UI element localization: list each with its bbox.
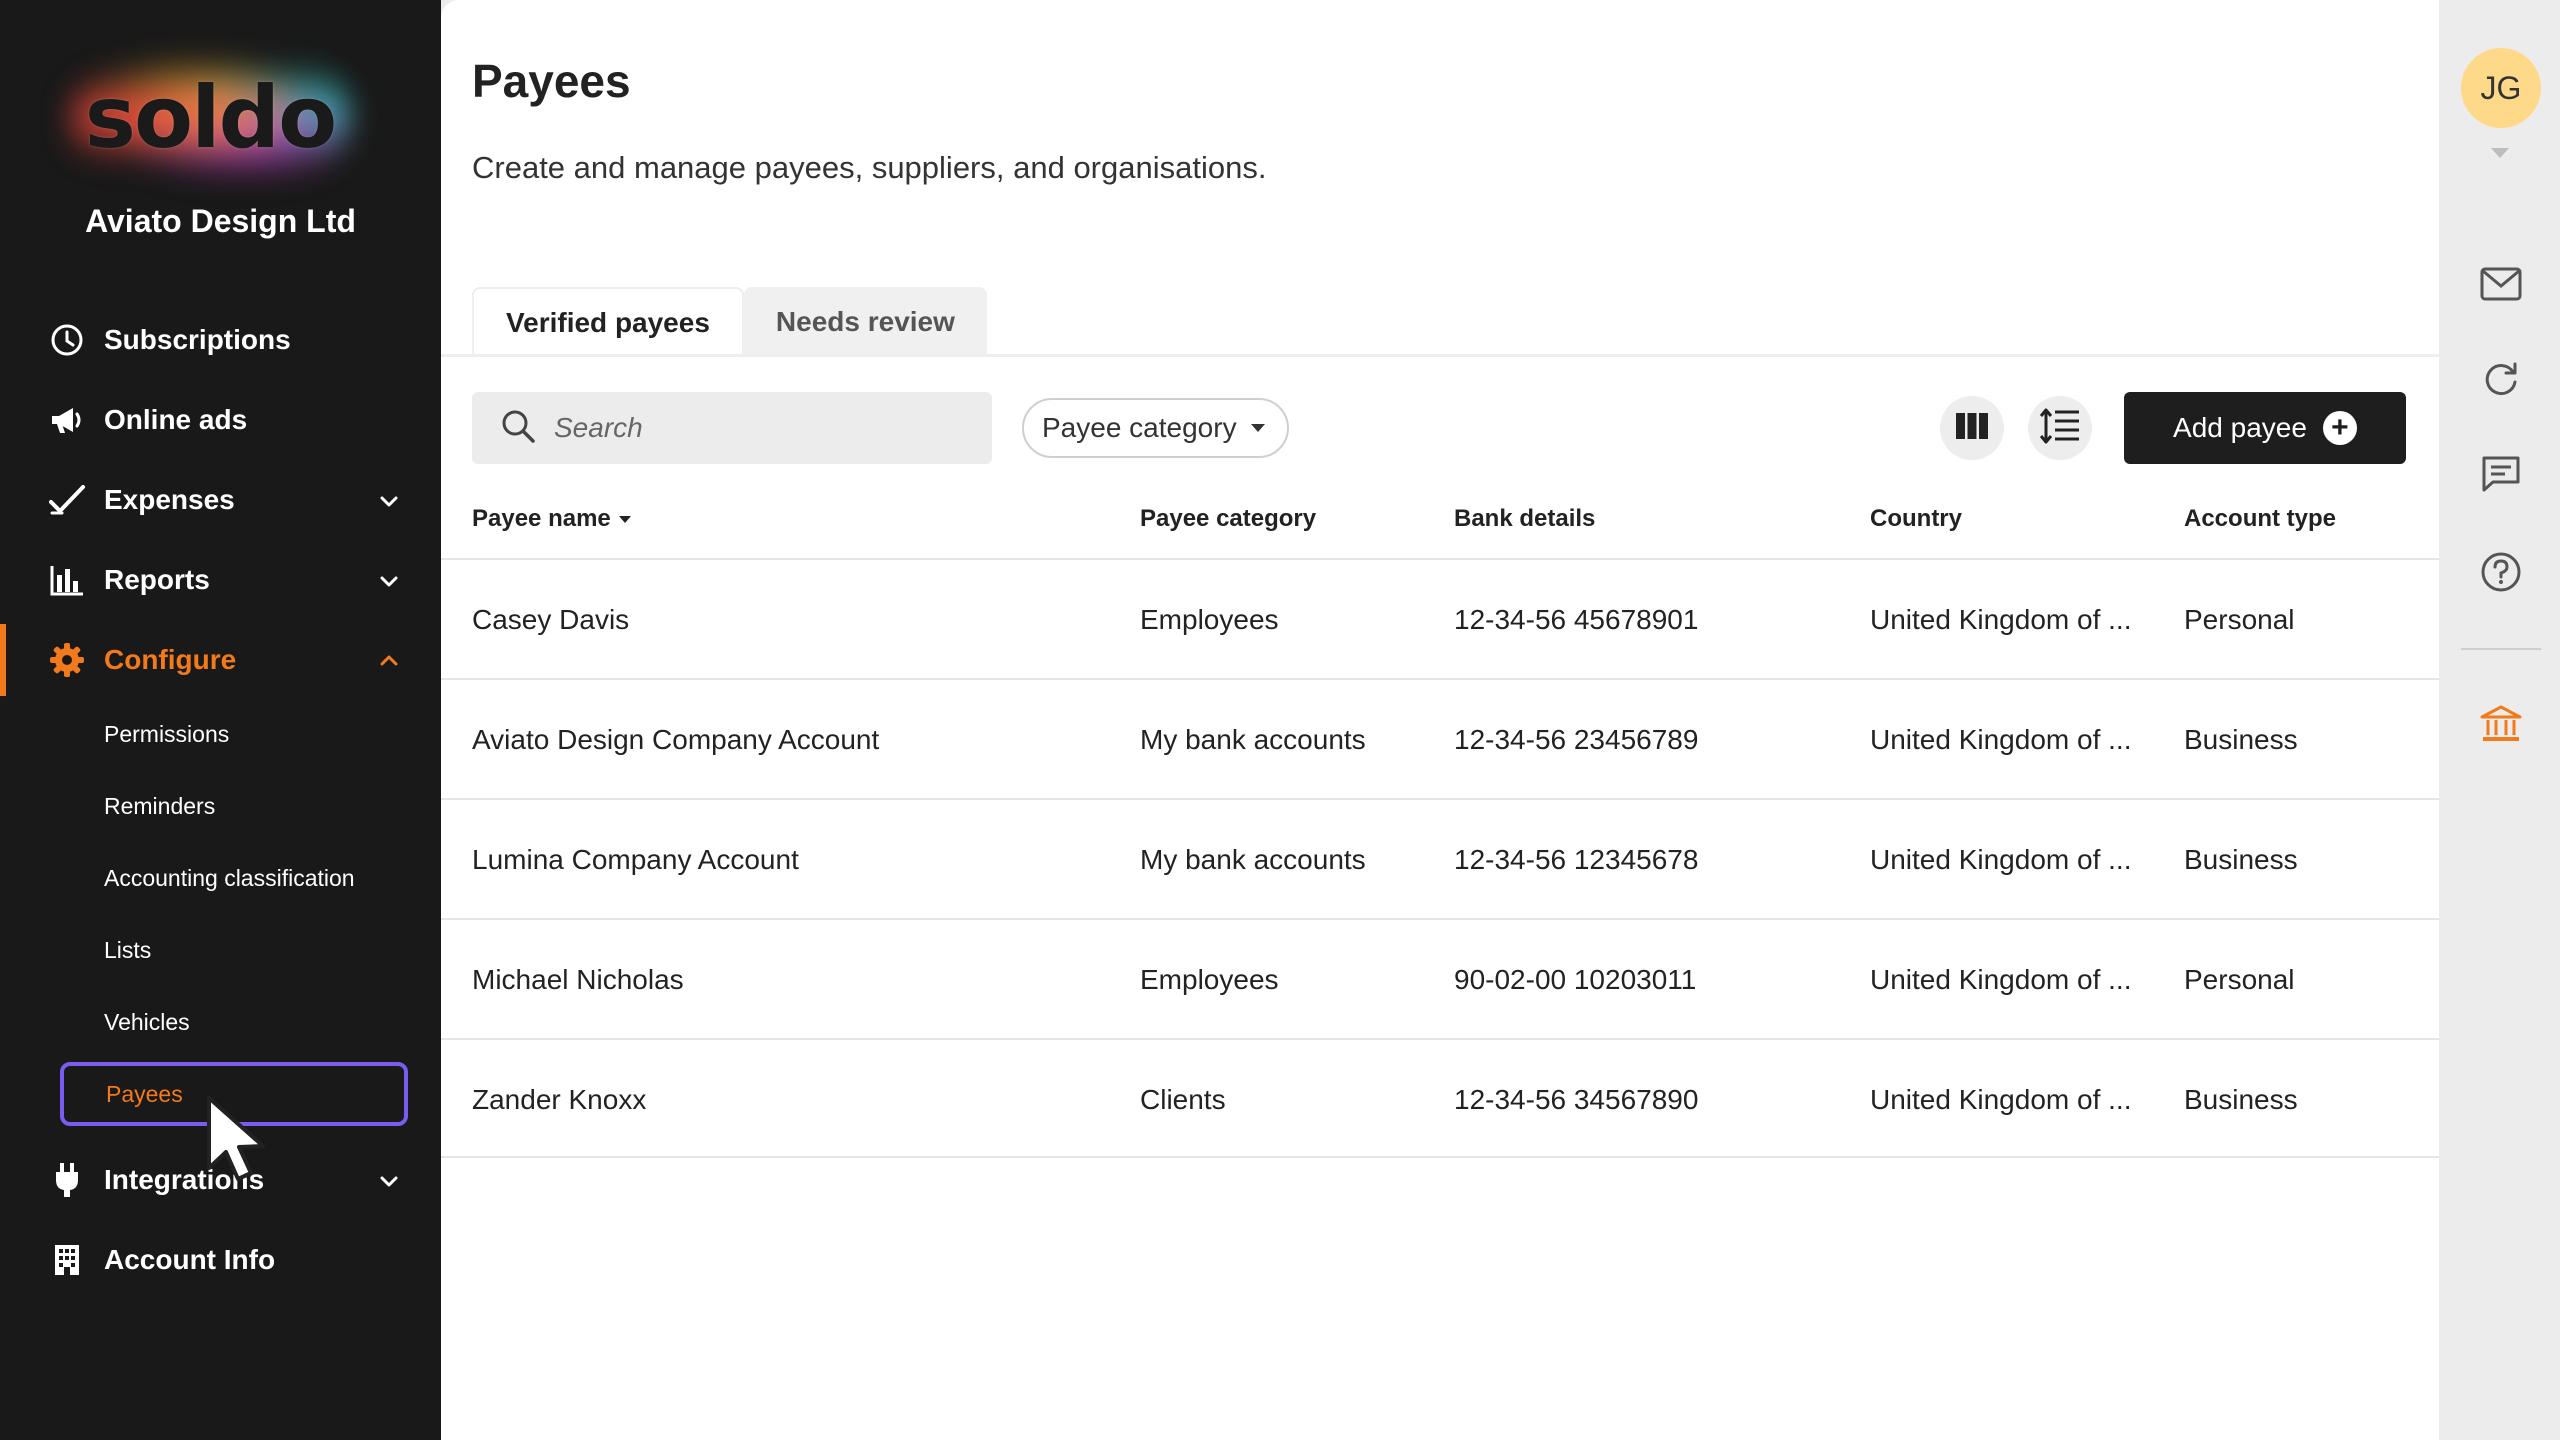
cell-account-type: Business (2184, 844, 2298, 875)
column-header-payee-name[interactable]: Payee name (472, 505, 631, 533)
search-box[interactable] (472, 392, 992, 464)
cell-payee-category: Employees (1140, 604, 1279, 635)
cell-payee-name: Casey Davis (472, 604, 630, 635)
caret-down-icon (1250, 424, 1265, 432)
megaphone-icon (48, 401, 86, 439)
column-header-payee-category[interactable]: Payee category (1140, 505, 1316, 533)
row-density-button[interactable] (2028, 396, 2092, 460)
clock-icon (48, 321, 86, 359)
page-subtitle: Create and manage payees, suppliers, and… (472, 150, 1267, 185)
cell-payee-category: My bank accounts (1140, 844, 1366, 875)
building-icon (48, 1241, 86, 1279)
cell-bank-details: 12-34-56 34567890 (1454, 1084, 1699, 1115)
sidebar-item-configure[interactable]: Configure (0, 624, 441, 696)
sort-down-icon (618, 515, 631, 523)
search-icon (500, 408, 536, 449)
plug-icon (48, 1161, 86, 1199)
sidebar-subitem-vehicles[interactable]: Vehicles (104, 1000, 190, 1044)
sidebar-item-reports[interactable]: Reports (0, 550, 441, 610)
column-header-country[interactable]: Country (1870, 505, 1962, 533)
sidebar-item-label: Online ads (104, 404, 248, 435)
sidebar-subitem-permissions[interactable]: Permissions (104, 712, 229, 756)
tab-divider (441, 354, 2439, 357)
mouse-cursor-icon (205, 1095, 275, 1185)
columns-icon (1955, 411, 1989, 446)
chat-icon[interactable] (2477, 450, 2525, 498)
cell-account-type: Business (2184, 724, 2298, 755)
caret-down-icon[interactable] (2491, 148, 2509, 158)
cell-bank-details: 12-34-56 45678901 (1454, 604, 1699, 635)
table-row[interactable]: Aviato Design Company Account My bank ac… (441, 678, 2439, 798)
cell-account-type: Business (2184, 1084, 2298, 1115)
sidebar-item-label: Subscriptions (104, 324, 291, 355)
cell-payee-name: Michael Nicholas (472, 964, 684, 995)
rail-divider (2461, 648, 2541, 650)
column-header-bank-details[interactable]: Bank details (1454, 505, 1595, 533)
right-rail: JG (2439, 0, 2560, 1440)
cell-payee-category: Clients (1140, 1084, 1226, 1115)
sidebar-item-label: Configure (104, 644, 237, 675)
cell-country: United Kingdom of ... (1870, 964, 2132, 995)
table-row[interactable]: Zander Knoxx Clients 12-34-56 34567890 U… (441, 1038, 2439, 1158)
soldo-logo[interactable]: soldo (60, 58, 360, 178)
column-header-account-type[interactable]: Account type (2184, 505, 2336, 533)
cell-payee-name: Lumina Company Account (472, 844, 799, 875)
help-icon[interactable] (2477, 548, 2525, 596)
sidebar-item-online-ads[interactable]: Online ads (0, 390, 441, 450)
cell-bank-details: 12-34-56 12345678 (1454, 844, 1699, 875)
checkmark-icon (48, 481, 86, 519)
cell-country: United Kingdom of ... (1870, 844, 2132, 875)
user-avatar[interactable]: JG (2461, 48, 2541, 128)
sidebar: soldo Aviato Design Ltd Subscriptions On… (0, 0, 441, 1440)
gear-icon (48, 641, 86, 679)
page-title: Payees (472, 55, 631, 107)
cell-payee-name: Aviato Design Company Account (472, 724, 880, 755)
search-input[interactable] (554, 412, 974, 444)
sidebar-item-subscriptions[interactable]: Subscriptions (0, 310, 441, 370)
table-row[interactable]: Lumina Company Account My bank accounts … (441, 798, 2439, 918)
sidebar-item-label: Expenses (104, 484, 235, 515)
sidebar-subitem-reminders[interactable]: Reminders (104, 784, 215, 828)
chevron-down-icon (377, 1168, 401, 1200)
table-row[interactable]: Michael Nicholas Employees 90-02-00 1020… (441, 918, 2439, 1038)
add-payee-button[interactable]: Add payee + (2124, 392, 2406, 464)
sidebar-item-label: Reports (104, 564, 210, 595)
main-content: Payees Create and manage payees, supplie… (441, 0, 2439, 1440)
sidebar-subitem-lists[interactable]: Lists (104, 928, 151, 972)
cell-payee-name: Zander Knoxx (472, 1084, 647, 1115)
refresh-icon[interactable] (2477, 355, 2525, 403)
sidebar-item-label: Account Info (104, 1244, 276, 1275)
cell-bank-details: 12-34-56 23456789 (1454, 724, 1699, 755)
tab-needs-review[interactable]: Needs review (743, 287, 987, 357)
chevron-down-icon (377, 568, 401, 600)
logo-text: soldo (84, 68, 337, 168)
filter-label: Payee category (1042, 412, 1237, 443)
columns-button[interactable] (1940, 396, 2004, 460)
cell-country: United Kingdom of ... (1870, 604, 2132, 635)
cell-payee-category: Employees (1140, 964, 1279, 995)
row-density-icon (2039, 408, 2080, 449)
tab-bar: Verified payees Needs review (472, 287, 987, 357)
cell-bank-details: 90-02-00 10203011 (1454, 964, 1697, 995)
column-header-label: Payee name (472, 505, 611, 532)
chevron-down-icon (377, 488, 401, 520)
add-payee-label: Add payee (2173, 412, 2307, 443)
plus-circle-icon: + (2322, 411, 2357, 445)
sidebar-item-expenses[interactable]: Expenses (0, 470, 441, 530)
cell-account-type: Personal (2184, 604, 2295, 635)
sidebar-subitem-accounting-classification[interactable]: Accounting classification (104, 856, 355, 900)
cell-country: United Kingdom of ... (1870, 1084, 2132, 1115)
company-name: Aviato Design Ltd (85, 203, 356, 239)
chevron-up-icon (377, 648, 401, 680)
table-row[interactable]: Casey Davis Employees 12-34-56 45678901 … (441, 558, 2439, 678)
cell-payee-category: My bank accounts (1140, 724, 1366, 755)
sidebar-item-account-info[interactable]: Account Info (0, 1230, 441, 1290)
bar-chart-icon (48, 561, 86, 599)
bank-icon[interactable] (2477, 700, 2525, 748)
cell-account-type: Personal (2184, 964, 2295, 995)
tab-verified-payees[interactable]: Verified payees (472, 287, 744, 357)
cell-country: United Kingdom of ... (1870, 724, 2132, 755)
payee-category-filter[interactable]: Payee category (1022, 398, 1289, 458)
mail-icon[interactable] (2477, 260, 2525, 308)
